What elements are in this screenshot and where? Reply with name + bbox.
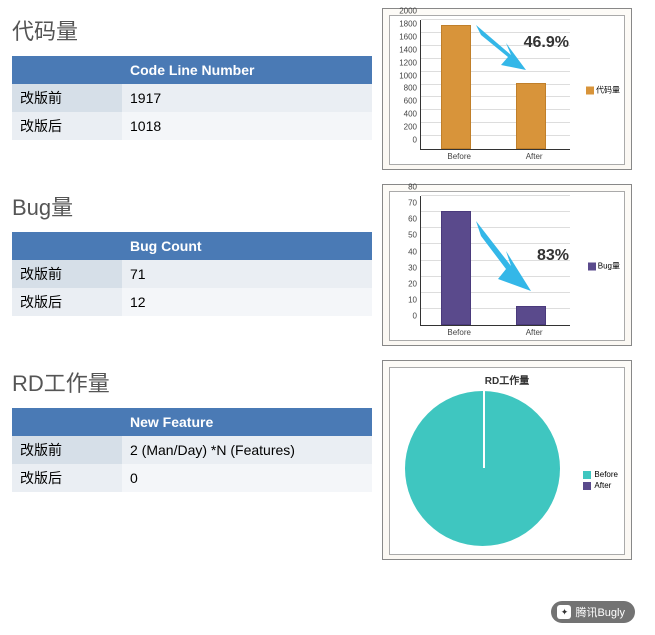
td-label: 改版后 [12, 288, 122, 316]
y-axis-ticks: 0 10 20 30 40 50 60 70 80 [391, 196, 419, 325]
td-label: 改版前 [12, 260, 122, 288]
callout-percent: 46.9% [524, 34, 569, 52]
td-label: 改版后 [12, 464, 122, 492]
table-code: Code Line Number 改版前1917 改版后1018 [12, 56, 372, 140]
section-rd: RD工作量 New Feature 改版前2 (Man/Day) *N (Fea… [12, 360, 643, 560]
arrow-icon [476, 221, 536, 296]
th-blank [12, 56, 122, 84]
td-value: 71 [122, 260, 372, 288]
pie-title: RD工作量 [390, 368, 624, 391]
section-bug: Bug量 Bug Count 改版前71 改版后12 0 10 20 30 40… [12, 184, 643, 346]
section-title-bug: Bug量 [12, 190, 372, 222]
table-bug: Bug Count 改版前71 改版后12 [12, 232, 372, 316]
legend: Bug量 [588, 261, 620, 272]
legend: 代码量 [586, 85, 620, 96]
wechat-icon: ✦ [557, 605, 571, 619]
chart-code: 0 200 400 600 800 1000 1200 1400 1600 18… [382, 8, 632, 170]
bar-after [516, 306, 546, 325]
td-label: 改版前 [12, 436, 122, 464]
td-value: 1018 [122, 112, 372, 140]
td-value: 2 (Man/Day) *N (Features) [122, 436, 372, 464]
td-label: 改版前 [12, 84, 122, 112]
table-rd: New Feature 改版前2 (Man/Day) *N (Features)… [12, 408, 372, 492]
td-value: 0 [122, 464, 372, 492]
pie-legend: Before After [583, 470, 618, 492]
section-title-rd: RD工作量 [12, 366, 372, 398]
td-value: 1917 [122, 84, 372, 112]
th-blank [12, 408, 122, 436]
section-title-code: 代码量 [12, 14, 372, 46]
bar-after [516, 83, 546, 149]
th-header: New Feature [122, 408, 372, 436]
th-header: Bug Count [122, 232, 372, 260]
chart-bug: 0 10 20 30 40 50 60 70 80 83% BeforeAfte… [382, 184, 632, 346]
td-label: 改版后 [12, 112, 122, 140]
callout-percent: 83% [537, 247, 569, 265]
y-axis-ticks: 0 200 400 600 800 1000 1200 1400 1600 18… [391, 20, 419, 149]
section-code: 代码量 Code Line Number 改版前1917 改版后1018 0 2… [12, 8, 643, 170]
th-blank [12, 232, 122, 260]
bar-before [441, 211, 471, 325]
chart-rd: RD工作量 Before After [382, 360, 632, 560]
bar-before [441, 25, 471, 149]
pie-chart [405, 391, 560, 546]
watermark: ✦ 腾讯Bugly [551, 601, 635, 623]
th-header: Code Line Number [122, 56, 372, 84]
td-value: 12 [122, 288, 372, 316]
